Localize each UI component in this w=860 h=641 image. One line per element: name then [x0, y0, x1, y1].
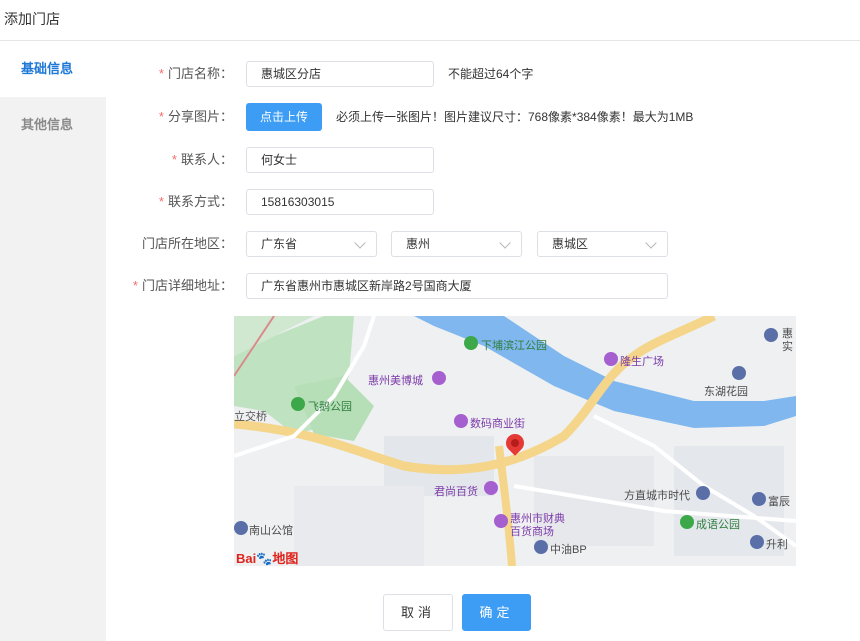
map-label-fuchen: 富辰 — [768, 496, 790, 508]
map-label-baihuo: 百货商场 — [510, 526, 554, 538]
address-input[interactable]: 广东省惠州市惠城区新岸路2号国商大厦 — [246, 273, 668, 299]
tab-other-info[interactable]: 其他信息 — [0, 97, 106, 153]
poi-icon — [752, 492, 766, 506]
map-label-donghu: 东湖花园 — [704, 386, 748, 398]
required-mark: * — [132, 278, 138, 293]
baidu-logo: Bai🐾地图 — [236, 548, 298, 566]
map-label-xiapu: 下埔滨江公园 — [481, 340, 547, 352]
store-name-label: * 门店名称： — [159, 61, 233, 87]
store-name-label-text: 门店名称： — [167, 66, 233, 81]
poi-icon — [604, 352, 618, 366]
baidu-logo-text: Bai — [236, 551, 257, 566]
map-label-feie: 飞鹅公园 — [308, 401, 352, 413]
map-label-shuma: 数码商业街 — [470, 418, 525, 430]
required-mark: * — [171, 152, 177, 167]
contact-input[interactable]: 何女士 — [246, 147, 434, 173]
region-label: 门店所在地区： — [141, 236, 233, 251]
city-value: 惠州 — [406, 237, 431, 251]
park-icon — [464, 336, 478, 350]
contact-label: * 联系人： — [172, 147, 233, 173]
confirm-button[interactable]: 确定 — [462, 594, 531, 631]
map-label-fangzhi: 方直城市时代 — [624, 490, 690, 502]
share-image-label-text: 分享图片： — [167, 109, 233, 124]
contact-label-text: 联系人： — [180, 152, 233, 167]
poi-icon — [234, 521, 248, 535]
map-label-shi: 实 — [782, 341, 793, 353]
sidebar: 基础信息 其他信息 — [0, 41, 106, 641]
poi-icon — [732, 366, 746, 380]
address-label: * 门店详细地址： — [133, 273, 233, 299]
park-icon — [291, 397, 305, 411]
page-title: 添加门店 — [4, 11, 60, 27]
city-select[interactable]: 惠州 — [391, 231, 522, 257]
contact-row: * 联系人： 何女士 — [106, 147, 860, 177]
required-mark: * — [158, 109, 164, 124]
share-image-row: * 分享图片： 点击上传 必须上传一张图片！图片建议尺寸：768像素*384像素！… — [106, 103, 860, 134]
chevron-down-icon — [354, 237, 366, 249]
poi-icon — [696, 486, 710, 500]
map-label-shenglv: 升利 — [766, 539, 788, 551]
baidu-logo-text2: 地图 — [272, 551, 299, 566]
chevron-down-icon — [645, 237, 657, 249]
poi-icon — [764, 328, 778, 342]
baidu-paw-icon: 🐾 — [256, 551, 273, 566]
store-name-input[interactable]: 惠城区分店 — [246, 61, 434, 87]
map-label-junshang: 君尚百货 — [434, 486, 478, 498]
poi-icon — [750, 535, 764, 549]
province-value: 广东省 — [261, 237, 298, 251]
store-name-row: * 门店名称： 惠城区分店 不能超过64个字 — [106, 61, 860, 91]
upload-button[interactable]: 点击上传 — [246, 103, 322, 131]
poi-icon — [432, 371, 446, 385]
phone-input[interactable]: 15816303015 — [246, 189, 434, 215]
region-row: 门店所在地区： 广东省 惠州 惠城区 — [106, 231, 860, 261]
map-label-longsheng: 隆生广场 — [620, 356, 664, 368]
map-label-meibo: 惠州美博城 — [368, 375, 423, 387]
map-view[interactable]: 下埔滨江公园 隆生广场 惠州美博城 东湖花园 飞鹅公园 立交桥 数码商业街 君尚… — [234, 316, 796, 566]
title-divider — [0, 40, 860, 41]
phone-label: * 联系方式： — [159, 189, 233, 215]
chevron-down-icon — [499, 237, 511, 249]
phone-row: * 联系方式： 15816303015 — [106, 189, 860, 219]
district-value: 惠城区 — [552, 237, 589, 251]
cancel-button[interactable]: 取消 — [383, 594, 453, 631]
district-select[interactable]: 惠城区 — [537, 231, 668, 257]
store-name-hint: 不能超过64个字 — [448, 67, 534, 81]
province-select[interactable]: 广东省 — [246, 231, 377, 257]
poi-icon — [534, 540, 548, 554]
tab-basic-info[interactable]: 基础信息 — [0, 41, 106, 97]
phone-label-text: 联系方式： — [167, 194, 233, 209]
poi-icon — [454, 414, 468, 428]
required-mark: * — [158, 194, 164, 209]
share-image-label: * 分享图片： — [159, 104, 233, 130]
park-icon — [680, 515, 694, 529]
address-row: * 门店详细地址： 广东省惠州市惠城区新岸路2号国商大厦 — [106, 273, 860, 303]
poi-icon — [484, 481, 498, 495]
share-image-hint: 必须上传一张图片！图片建议尺寸：768像素*384像素！最大为1MB — [336, 110, 694, 124]
poi-icon — [494, 514, 508, 528]
map-label-lijiaoqiao: 立交桥 — [234, 411, 267, 423]
address-label-text: 门店详细地址： — [141, 278, 233, 293]
map-label-zhongyou: 中油BP — [550, 544, 587, 556]
map-label-nanshan: 南山公馆 — [249, 525, 293, 537]
required-mark: * — [158, 66, 164, 81]
map-label-chengyu: 成语公园 — [696, 519, 740, 531]
